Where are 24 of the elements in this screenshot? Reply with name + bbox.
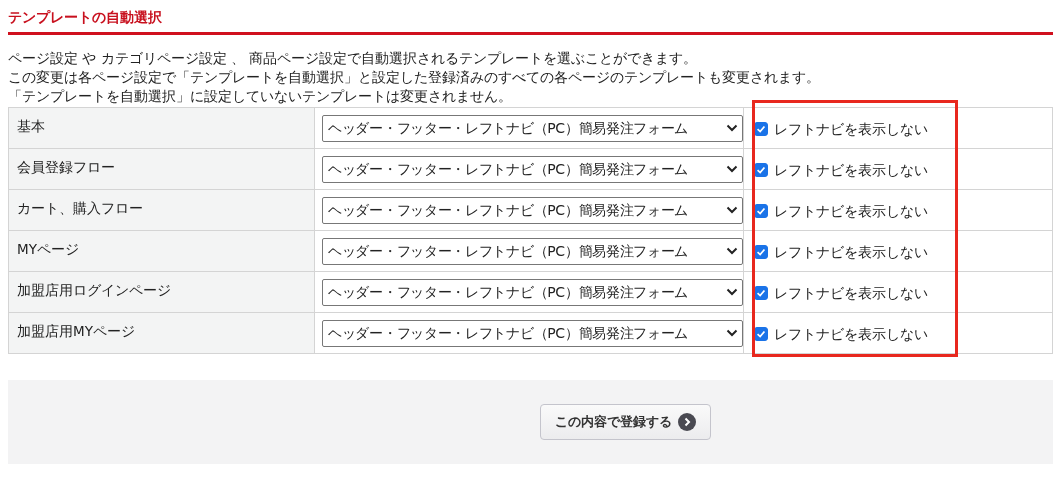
description-text: この変更は各ページ設定で「テンプレートを自動選択」と設定した登録済みのすべての各ページのテンプレートも変更されます。: [8, 68, 821, 87]
description-text: 「テンプレートを自動選択」に設定していないテンプレートは変更されません。: [8, 87, 513, 106]
chevron-down-icon: [726, 124, 738, 132]
template-select[interactable]: ヘッダー・フッター・レフトナビ（PC）簡易発注フォーム: [322, 237, 743, 265]
submit-button[interactable]: この内容で登録する: [540, 404, 711, 440]
chevron-down-icon: [726, 206, 738, 214]
arrow-circle-icon: [678, 413, 696, 431]
chevron-down-icon: [726, 329, 738, 337]
template-select[interactable]: ヘッダー・フッター・レフトナビ（PC）簡易発注フォーム: [322, 155, 743, 183]
template-select[interactable]: ヘッダー・フッター・レフトナビ（PC）簡易発注フォーム: [322, 278, 743, 306]
chevron-down-icon: [726, 247, 738, 255]
row-label: 加盟店用ログインページ: [8, 271, 315, 313]
chevron-down-icon: [726, 165, 738, 173]
row-label: 加盟店用MYページ: [8, 312, 315, 354]
template-select[interactable]: ヘッダー・フッター・レフトナビ（PC）簡易発注フォーム: [322, 196, 743, 224]
section-title: テンプレートの自動選択: [8, 0, 1053, 35]
chevron-down-icon: [726, 288, 738, 296]
row-label: MYページ: [8, 230, 315, 272]
row-label: カート、購入フロー: [8, 189, 315, 231]
row-label: 基本: [8, 107, 315, 149]
template-select[interactable]: ヘッダー・フッター・レフトナビ（PC）簡易発注フォーム: [322, 319, 743, 347]
description-text: ページ設定 や カテゴリページ設定 、 商品ページ設定で自動選択されるテンプレートを選ぶことができます。: [8, 49, 699, 68]
template-select[interactable]: ヘッダー・フッター・レフトナビ（PC）簡易発注フォーム: [322, 114, 743, 142]
row-label: 会員登録フロー: [8, 148, 315, 190]
